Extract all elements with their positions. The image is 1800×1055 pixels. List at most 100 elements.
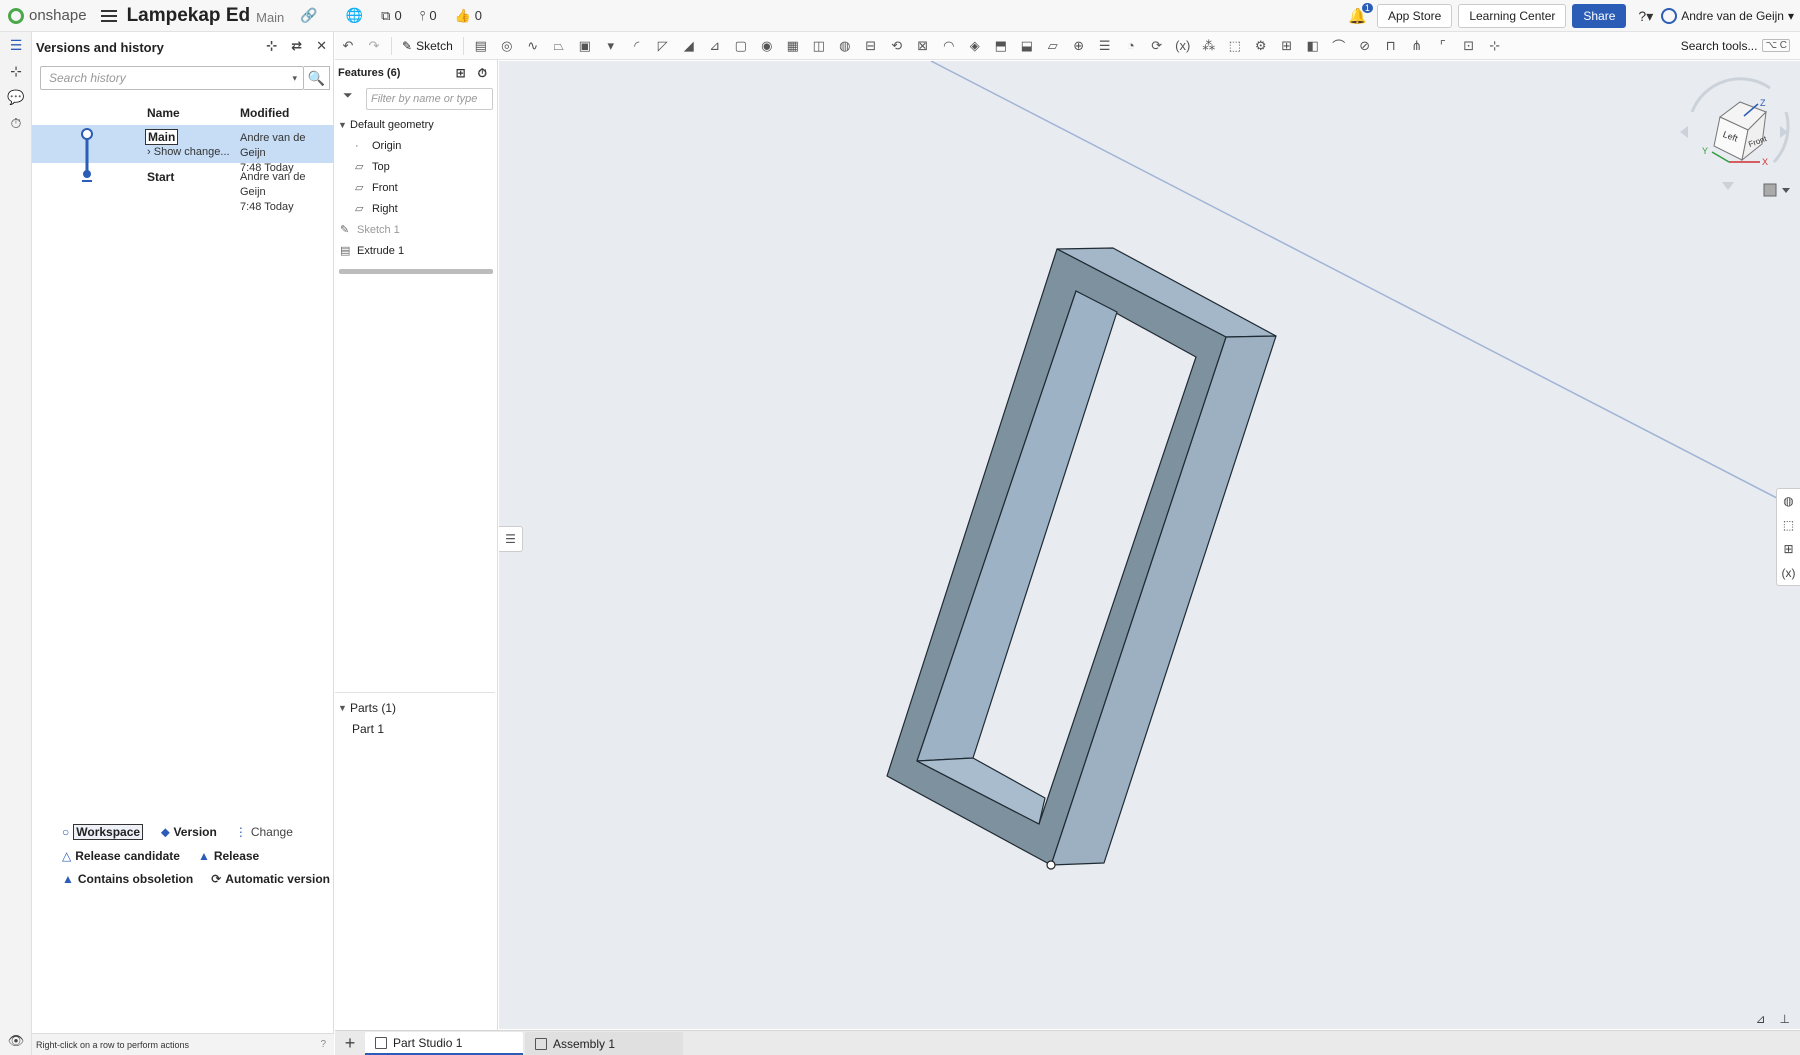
sketch-node[interactable]: ✎ Sketch 1: [335, 219, 497, 240]
view-cube[interactable]: Left Front X Y Z: [1670, 72, 1795, 202]
variable-icon[interactable]: (x): [1170, 35, 1196, 57]
sweep-icon[interactable]: ∿: [520, 35, 546, 57]
comments-icon[interactable]: 💬: [0, 84, 32, 110]
surface-icon[interactable]: ◧: [1300, 35, 1326, 57]
notifications-bell-icon[interactable]: 🔔 1: [1348, 3, 1373, 25]
learning-center-button[interactable]: Learning Center: [1458, 4, 1567, 28]
plane-icon[interactable]: ▱: [1040, 35, 1066, 57]
filter-input[interactable]: Filter by name or type: [366, 88, 493, 110]
tab-assembly[interactable]: Assembly 1: [525, 1032, 683, 1055]
measure-icon[interactable]: ◔: [1118, 35, 1144, 57]
delete-part-icon[interactable]: ⊠: [910, 35, 936, 57]
help-icon[interactable]: ?▾: [1638, 8, 1653, 25]
app-store-button[interactable]: App Store: [1376, 4, 1453, 28]
default-geometry-node[interactable]: ▼ Default geometry: [335, 114, 497, 135]
help-icon[interactable]: ?: [320, 1039, 326, 1050]
part-node[interactable]: Part 1: [335, 718, 495, 739]
model-canvas[interactable]: [499, 61, 1800, 1029]
bend-icon[interactable]: ⌒: [1326, 35, 1352, 57]
rib-icon[interactable]: ⊿: [702, 35, 728, 57]
variables-icon[interactable]: (x): [1777, 561, 1800, 585]
document-title[interactable]: Lampekap Ed: [127, 5, 251, 27]
share-button[interactable]: Share: [1572, 4, 1627, 28]
search-dropdown-icon[interactable]: ▾: [292, 73, 297, 84]
undo-icon[interactable]: ↶: [335, 35, 361, 57]
search-button[interactable]: 🔍: [304, 66, 330, 90]
redo-icon[interactable]: ↷: [361, 35, 387, 57]
corner-icon[interactable]: ⌜: [1430, 35, 1456, 57]
replace-face-icon[interactable]: ⬒: [988, 35, 1014, 57]
tab-icon[interactable]: ⊓: [1378, 35, 1404, 57]
finish-icon[interactable]: ⊡: [1456, 35, 1482, 57]
hole-icon[interactable]: ◉: [754, 35, 780, 57]
revolve-icon[interactable]: ◎: [494, 35, 520, 57]
section-icon[interactable]: ⟳: [1144, 35, 1170, 57]
history-clock-icon[interactable]: ⏱: [0, 110, 32, 136]
graphics-viewport[interactable]: [499, 61, 1800, 1029]
add-custom-feature-icon[interactable]: ⊹: [1482, 35, 1508, 57]
chamfer-icon[interactable]: ◸: [650, 35, 676, 57]
tab-part-studio[interactable]: Part Studio 1: [365, 1032, 523, 1055]
form-icon[interactable]: ⊘: [1352, 35, 1378, 57]
origin-node[interactable]: · Origin: [335, 135, 497, 156]
column-modified[interactable]: Modified: [240, 106, 289, 120]
onshape-logo[interactable]: onshape: [8, 7, 87, 24]
move-face-icon[interactable]: ◈: [962, 35, 988, 57]
frame-icon[interactable]: ⊞: [1274, 35, 1300, 57]
mate-connector-icon[interactable]: ⊕: [1066, 35, 1092, 57]
workspace-branch[interactable]: Main: [256, 10, 284, 25]
cube-view-icon[interactable]: ⬚: [1777, 513, 1800, 537]
enclose-icon[interactable]: ▾: [598, 35, 624, 57]
boolean-icon[interactable]: ◍: [832, 35, 858, 57]
front-plane-node[interactable]: ▱ Front: [335, 177, 497, 198]
compare-icon[interactable]: ⇄: [291, 38, 302, 54]
show-changes-link[interactable]: › Show change...: [147, 146, 230, 158]
mirror-icon[interactable]: ◫: [806, 35, 832, 57]
menu-icon[interactable]: [100, 9, 117, 22]
versions-counter[interactable]: ⫯ 0: [420, 8, 437, 24]
fillet-icon[interactable]: ◜: [624, 35, 650, 57]
measure-tool-icon[interactable]: ⊿: [1755, 1012, 1765, 1026]
pattern-icon[interactable]: ▦: [780, 35, 806, 57]
feature-list-collapse-button[interactable]: ☰: [499, 526, 523, 552]
split-icon[interactable]: ⊟: [858, 35, 884, 57]
composite-icon[interactable]: ⁂: [1196, 35, 1222, 57]
draft-icon[interactable]: ◢: [676, 35, 702, 57]
versions-history-icon[interactable]: ☰: [0, 32, 32, 58]
globe-icon[interactable]: 🌐: [346, 7, 363, 24]
top-plane-node[interactable]: ▱ Top: [335, 156, 497, 177]
view-icon[interactable]: 👁: [0, 1033, 32, 1049]
extrude-icon[interactable]: ▤: [468, 35, 494, 57]
horizontal-scrollbar[interactable]: [339, 269, 493, 274]
extrude-node[interactable]: ▤ Extrude 1: [335, 240, 497, 261]
transform-icon[interactable]: ⟲: [884, 35, 910, 57]
offset-surface-icon[interactable]: ⬓: [1014, 35, 1040, 57]
branch-icon[interactable]: ⊹: [0, 58, 32, 84]
mass-properties-icon[interactable]: ⊥: [1780, 1012, 1790, 1026]
configurations-icon[interactable]: ⊞: [1777, 537, 1800, 561]
thicken-icon[interactable]: ▣: [572, 35, 598, 57]
parts-header[interactable]: ▼ Parts (1): [335, 697, 495, 718]
appearance-icon[interactable]: ◍: [1777, 489, 1800, 513]
shell-icon[interactable]: ▢: [728, 35, 754, 57]
add-folder-icon[interactable]: ⊞: [456, 66, 466, 81]
close-icon[interactable]: ✕: [316, 38, 327, 54]
create-version-icon[interactable]: ⊹: [266, 38, 277, 54]
user-menu[interactable]: Andre van de Geijn ▾: [1661, 8, 1794, 24]
unfold-icon[interactable]: ⋔: [1404, 35, 1430, 57]
likes-counter[interactable]: 👍 0: [455, 8, 482, 24]
loft-icon[interactable]: ⏢: [546, 35, 572, 57]
sheet-metal-icon[interactable]: ⬚: [1222, 35, 1248, 57]
column-name[interactable]: Name: [147, 106, 180, 120]
modify-fillet-icon[interactable]: ◠: [936, 35, 962, 57]
right-plane-node[interactable]: ▱ Right: [335, 198, 497, 219]
rollback-clock-icon[interactable]: ⏱: [478, 66, 487, 81]
helix-icon[interactable]: ☰: [1092, 35, 1118, 57]
add-tab-button[interactable]: +: [335, 1031, 365, 1055]
chevron-down-icon[interactable]: ▼: [338, 703, 350, 713]
flange-icon[interactable]: ⚙: [1248, 35, 1274, 57]
search-tools-input[interactable]: Search tools... ⌥ C: [1675, 36, 1796, 56]
chevron-down-icon[interactable]: ▼: [338, 120, 350, 130]
sketch-button[interactable]: ✎ Sketch: [396, 35, 459, 57]
documents-counter[interactable]: ⧉ 0: [381, 8, 402, 24]
